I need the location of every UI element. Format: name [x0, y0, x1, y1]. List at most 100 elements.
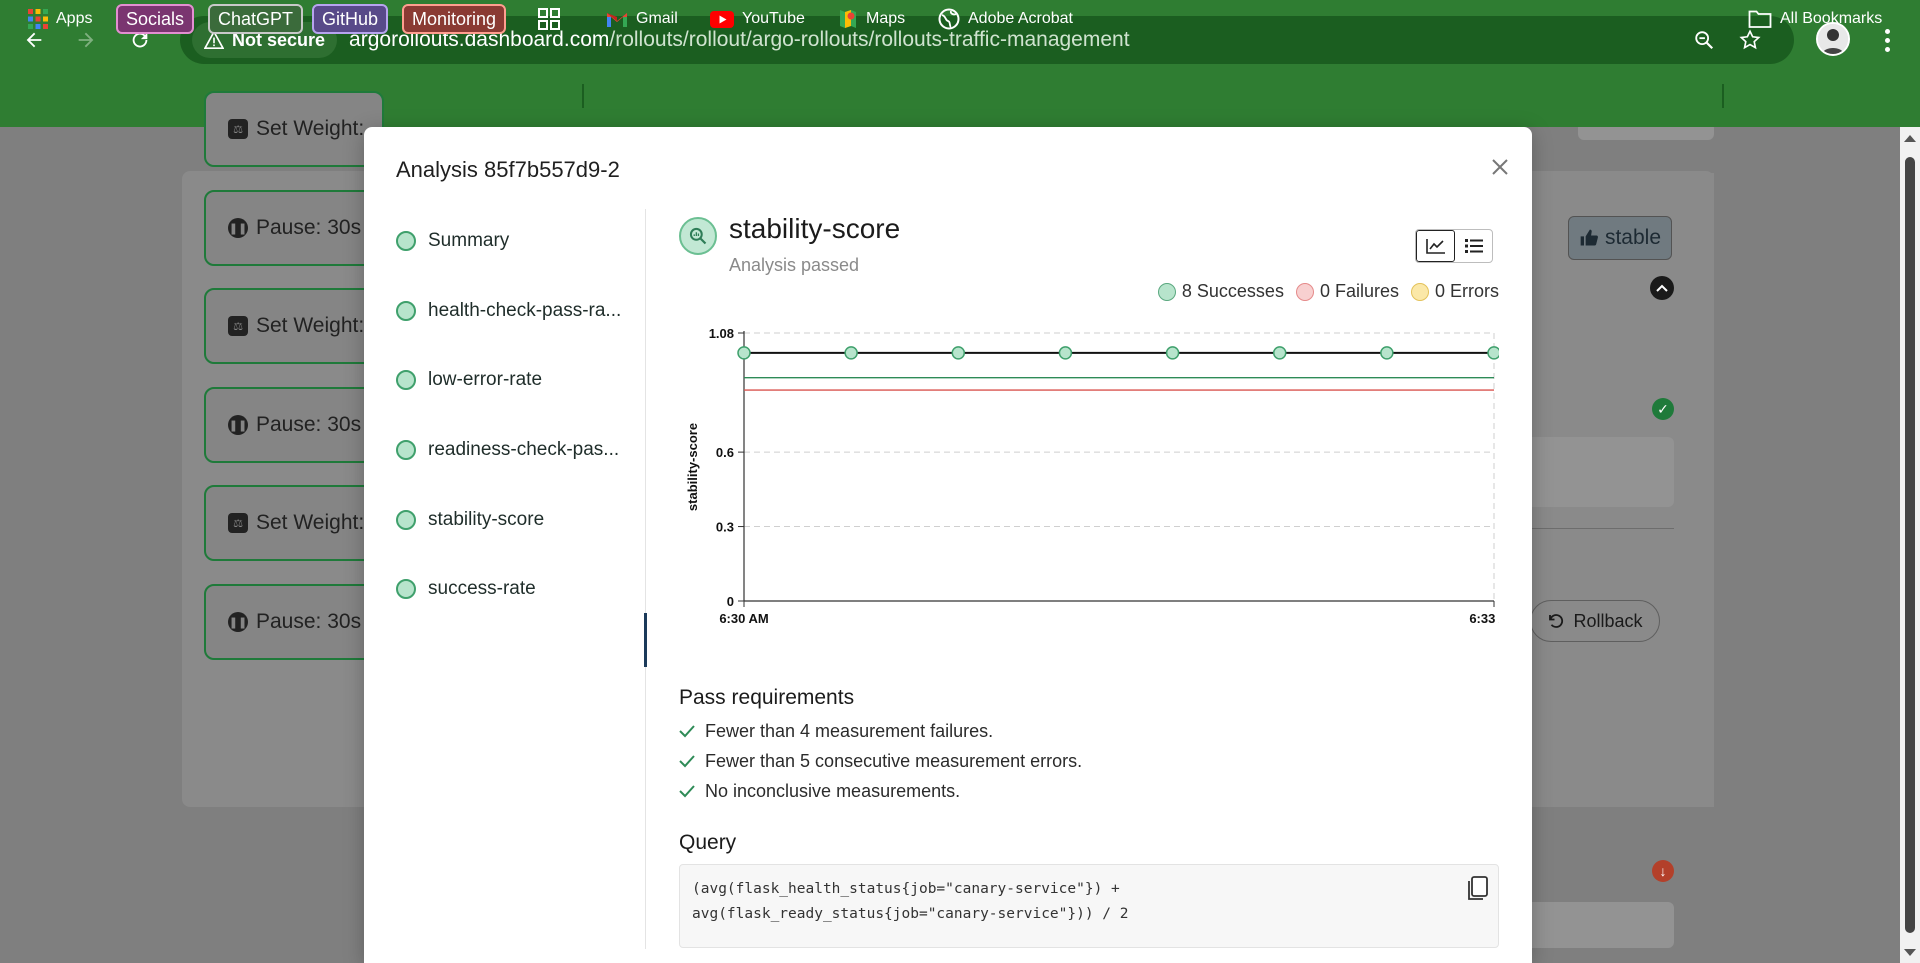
bookmark-acrobat[interactable]: Adobe Acrobat: [938, 4, 1073, 34]
table-view-button[interactable]: [1455, 230, 1492, 262]
bookmark-maps-label: Maps: [866, 10, 906, 27]
sidebar-item-summary[interactable]: Summary: [396, 221, 646, 261]
bookmark-socials-label: Socials: [116, 4, 195, 34]
data-point: [1165, 346, 1180, 360]
bookmark-separator: [582, 84, 584, 108]
scroll-down-arrow-icon[interactable]: [1904, 949, 1916, 956]
bookmark-youtube[interactable]: YouTube: [710, 4, 805, 34]
pause-icon: ❚❚: [228, 415, 248, 435]
gmail-icon: [607, 12, 627, 27]
data-point: [1380, 346, 1394, 360]
sidebar-item-label: readiness-check-pas...: [428, 439, 620, 460]
status-dot-icon: [396, 579, 416, 599]
bookmark-acrobat-label: Adobe Acrobat: [968, 10, 1073, 27]
status-dot-icon: [396, 440, 416, 460]
bookmark-monitoring-label: Monitoring: [402, 4, 507, 34]
step-pause[interactable]: ❚❚ Pause: 30s: [204, 190, 384, 266]
copy-button[interactable]: [1466, 876, 1488, 907]
page-scrollbar[interactable]: [1900, 127, 1920, 963]
status-dot-icon: [396, 370, 416, 390]
sidebar-item-stability-score[interactable]: stability-score: [396, 500, 646, 540]
all-bookmarks-button[interactable]: All Bookmarks: [1748, 4, 1882, 34]
close-button[interactable]: [1484, 151, 1516, 183]
sidebar-item-label: low-error-rate: [428, 369, 543, 390]
check-icon: [679, 755, 695, 768]
step-label: Pause: 30s: [256, 413, 362, 436]
chart-view-button[interactable]: [1416, 230, 1455, 262]
success-dot-icon: [1157, 282, 1176, 301]
legend-failures-label: 0 Failures: [1319, 281, 1399, 301]
collapse-chevron-icon[interactable]: [1650, 276, 1674, 300]
weight-icon: ⚖: [228, 316, 248, 336]
requirement-text: Fewer than 4 measurement failures.: [705, 720, 994, 741]
bookmark-github[interactable]: GitHub: [312, 4, 389, 34]
requirement-item: No inconclusive measurements.: [679, 776, 1082, 806]
stability-score-chart: 0 0.3 0.6 1.08 6:30 AM 6:33 AM stability-score: [685, 326, 1499, 626]
status-dot-icon: [396, 510, 416, 530]
scrollbar-thumb[interactable]: [1905, 157, 1915, 933]
pass-requirements-label: Pass requirements: [679, 686, 855, 709]
bookmark-monitoring[interactable]: Monitoring: [402, 4, 507, 34]
y-axis-label: stability-score: [685, 423, 700, 511]
step-set-weight[interactable]: ⚖ Set Weight:: [204, 288, 384, 364]
bookmark-socials[interactable]: Socials: [116, 4, 195, 34]
bookmark-github-label: GitHub: [312, 4, 389, 34]
weight-icon: ⚖: [228, 513, 248, 533]
requirement-text: No inconclusive measurements.: [705, 780, 961, 801]
step-set-weight[interactable]: ⚖ Set Weight:: [204, 485, 384, 561]
pass-requirements-heading: Pass requirements: [679, 686, 854, 710]
bookmark-maps[interactable]: Maps: [838, 4, 905, 34]
list-icon: [1464, 239, 1483, 253]
step-set-weight[interactable]: ⚖ Set Weight:: [204, 91, 384, 167]
arrow-down-circle-icon: ↓: [1652, 860, 1674, 882]
view-toggle: [1415, 229, 1493, 263]
step-label: Set Weight:: [256, 117, 365, 140]
maps-icon: [840, 10, 856, 28]
data-point: [1058, 346, 1073, 360]
requirement-item: Fewer than 5 consecutive measurement err…: [679, 746, 1082, 776]
copy-icon: [1468, 876, 1488, 900]
zoom-button[interactable]: [1686, 22, 1722, 58]
sidebar-item-success-rate[interactable]: success-rate: [396, 569, 646, 609]
legend-successes-label: 8 Successes: [1181, 281, 1284, 301]
line-chart-icon: [1425, 239, 1445, 254]
weight-icon: ⚖: [228, 119, 248, 139]
metrics-sidebar: Summary health-check-pass-ra... low-erro…: [396, 209, 647, 949]
bookmark-apps[interactable]: Apps: [28, 4, 92, 34]
sidebar-item-readiness-check-pass-rate[interactable]: readiness-check-pas...: [396, 430, 646, 470]
scroll-up-arrow-icon[interactable]: [1904, 135, 1916, 142]
zoom-icon: [1695, 31, 1714, 50]
pass-requirements-list: Fewer than 4 measurement failures. Fewer…: [679, 716, 1082, 806]
step-pause[interactable]: ❚❚ Pause: 30s: [204, 584, 384, 660]
status-dot-icon: [396, 231, 416, 251]
metric-detail: stability-score Analysis passed 8 Succes…: [679, 209, 1499, 949]
check-icon: [679, 725, 695, 738]
folder-icon: [1748, 10, 1772, 28]
rollback-button[interactable]: Rollback: [1530, 600, 1660, 642]
thumbs-up-icon: [1580, 229, 1598, 246]
analysis-modal: Analysis 85f7b557d9-2 Summary health-che…: [364, 127, 1532, 963]
modal-title: Analysis 85f7b557d9-2: [396, 157, 620, 182]
data-point: [1272, 346, 1287, 360]
error-dot-icon: [1410, 282, 1429, 301]
legend-errors-label: 0 Errors: [1434, 281, 1499, 301]
status-dot-icon: [396, 301, 416, 321]
step-pause[interactable]: ❚❚ Pause: 30s: [204, 387, 384, 463]
sidebar-item-low-error-rate[interactable]: low-error-rate: [396, 360, 646, 400]
bookmark-youtube-label: YouTube: [742, 10, 805, 27]
data-point: [1487, 346, 1499, 360]
check-circle-icon: ✓: [1652, 398, 1674, 420]
bookmark-chatgpt[interactable]: ChatGPT: [208, 4, 304, 34]
apps-grid-icon: [28, 9, 48, 29]
tab-groups-button[interactable]: [538, 4, 560, 34]
legend-successes: 8 Successes: [1157, 281, 1284, 302]
bookmark-chatgpt-label: ChatGPT: [208, 4, 304, 34]
metric-status: Analysis passed: [729, 255, 860, 275]
metric-status-badge: [679, 217, 717, 255]
requirement-item: Fewer than 4 measurement failures.: [679, 716, 1082, 746]
sidebar-item-health-check-pass-rate[interactable]: health-check-pass-ra...: [396, 291, 646, 331]
query-code[interactable]: (avg(flask_health_status{job="canary-ser…: [679, 864, 1499, 948]
bookmark-gmail[interactable]: Gmail: [606, 4, 678, 34]
pause-icon: ❚❚: [228, 612, 248, 632]
step-label: Set Weight:: [256, 511, 365, 534]
